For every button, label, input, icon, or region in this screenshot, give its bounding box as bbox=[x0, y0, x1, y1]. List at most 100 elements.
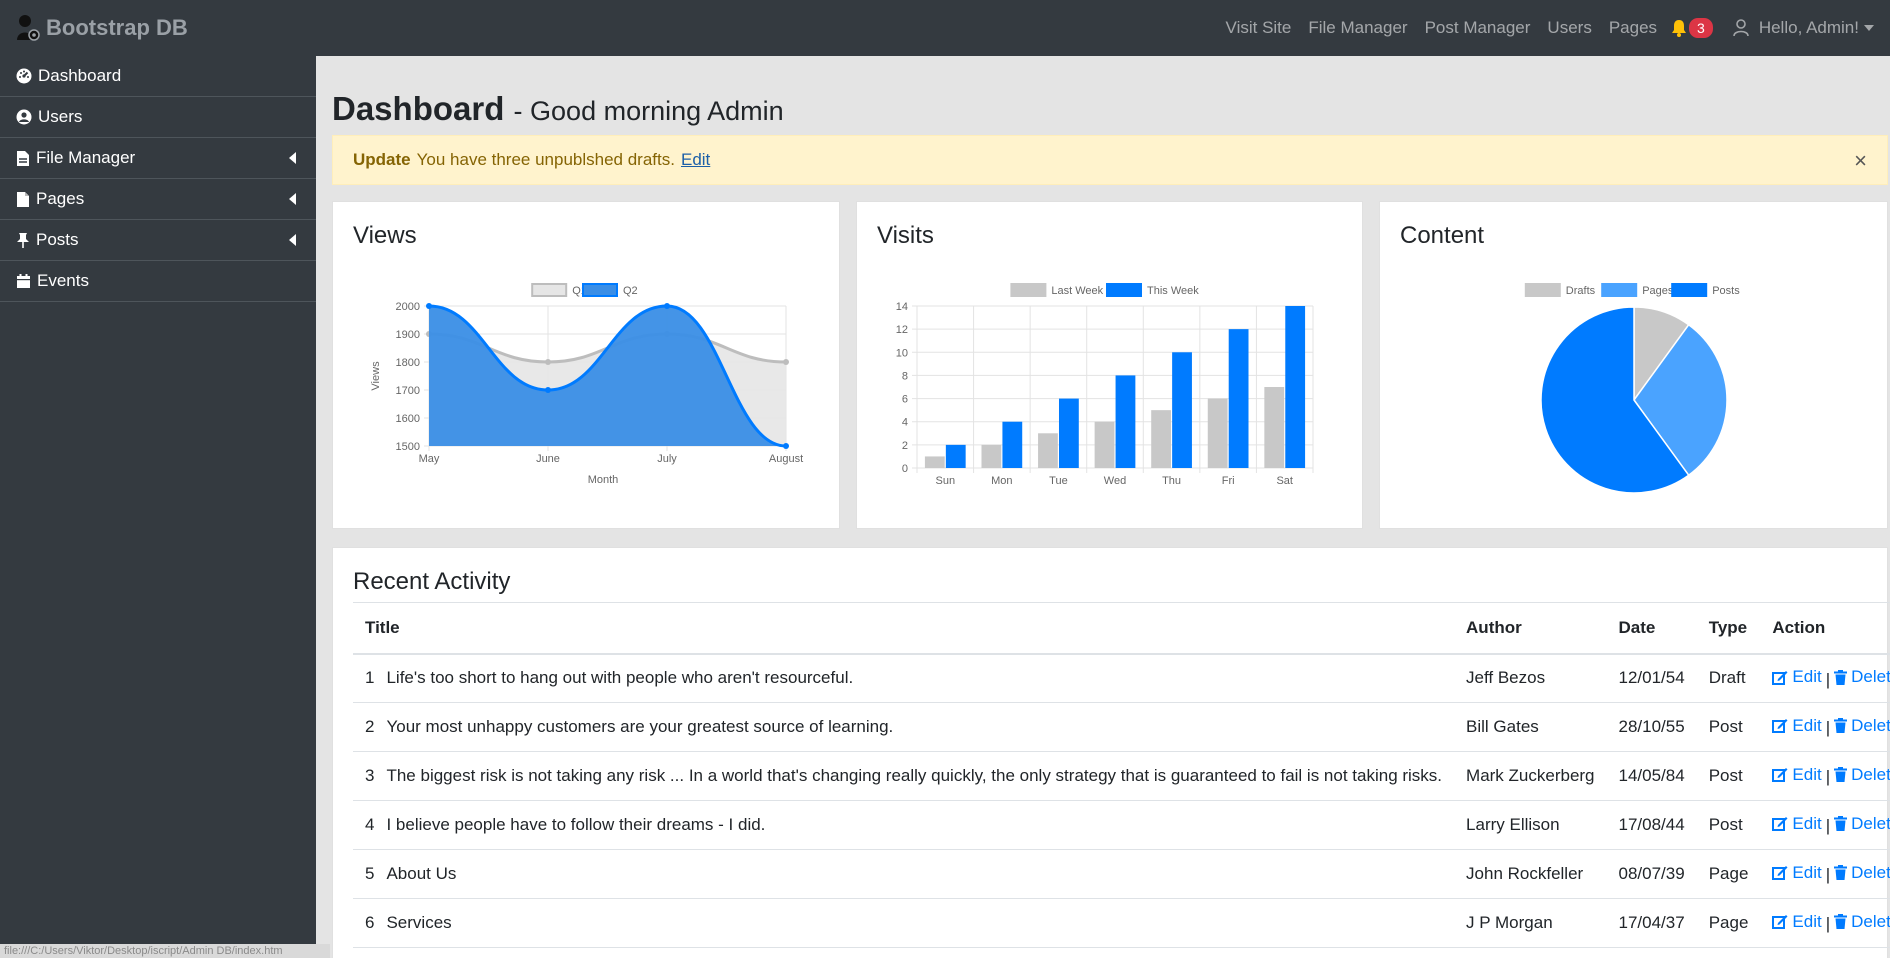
bar-this-week bbox=[1002, 421, 1023, 468]
y-tick-label: 1700 bbox=[396, 385, 420, 397]
caret-left-icon bbox=[289, 234, 296, 246]
y-tick-label: 1800 bbox=[396, 357, 420, 369]
edit-label: Edit bbox=[1792, 813, 1822, 833]
y-tick-label: 6 bbox=[902, 394, 908, 406]
nav-users[interactable]: Users bbox=[1547, 18, 1591, 38]
y-tick-label: 14 bbox=[896, 301, 908, 313]
legend-label: Drafts bbox=[1566, 285, 1596, 297]
sidebar: Dashboard Users File Manager Pages Posts bbox=[0, 56, 316, 958]
alert-edit-link[interactable]: Edit bbox=[681, 150, 710, 170]
edit-label: Edit bbox=[1792, 764, 1822, 784]
sidebar-item-label: Posts bbox=[36, 230, 79, 249]
x-tick-label: Fri bbox=[1222, 475, 1235, 487]
legend-swatch bbox=[1601, 283, 1638, 297]
visits-card: Visits Last Week This Week 0 2 4 6 8 10 12 14 Sun M… bbox=[856, 201, 1363, 529]
row-actions: Edit| Delete bbox=[1760, 702, 1890, 752]
y-tick-label: 2000 bbox=[396, 301, 420, 313]
row-number: 6 bbox=[353, 898, 375, 948]
edit-button[interactable]: Edit bbox=[1772, 813, 1822, 834]
table-row: 6 Services J P Morgan 17/04/37 Page Edit | Dele… bbox=[353, 898, 1890, 948]
row-author: Bill Gates bbox=[1454, 702, 1607, 752]
x-tick-label: July bbox=[657, 453, 677, 465]
delete-button[interactable]: Delete bbox=[1834, 667, 1890, 687]
table-row: 5 About Us John Rockfeller 08/07/39 Page Edit… bbox=[353, 849, 1890, 899]
y-tick-label: 10 bbox=[896, 347, 908, 359]
trash-icon bbox=[1834, 718, 1848, 734]
delete-button[interactable]: Delete bbox=[1834, 716, 1890, 736]
x-tick-label: Wed bbox=[1104, 475, 1126, 487]
edit-button[interactable]: Edit bbox=[1772, 667, 1822, 687]
x-tick-label: Tue bbox=[1049, 475, 1068, 487]
sidebar-item-dashboard[interactable]: Dashboard bbox=[0, 56, 316, 97]
delete-button[interactable]: Delete bbox=[1834, 912, 1890, 932]
edit-button[interactable]: Edit bbox=[1772, 716, 1822, 736]
delete-label: Delete bbox=[1851, 715, 1890, 735]
edit-label: Edit bbox=[1792, 667, 1822, 686]
row-date: 17/04/37 bbox=[1606, 898, 1697, 948]
x-axis-label: Month bbox=[588, 474, 619, 486]
update-alert: Update You have three unpublshed drafts.… bbox=[332, 135, 1888, 185]
delete-button[interactable]: Delete bbox=[1834, 765, 1890, 785]
row-type: Draft bbox=[1696, 653, 1761, 703]
activity-table: Title Author Date Type Action 1 Life's to… bbox=[353, 602, 1890, 948]
brand-link[interactable]: Bootstrap DB bbox=[16, 14, 188, 42]
y-tick-label: 2 bbox=[902, 440, 908, 452]
action-separator: | bbox=[1825, 865, 1831, 885]
bar-last-week bbox=[1207, 398, 1228, 468]
y-tick-label: 0 bbox=[902, 463, 908, 475]
row-type: Post bbox=[1696, 800, 1761, 850]
x-tick-label: Sun bbox=[935, 475, 955, 487]
bar-last-week bbox=[924, 456, 945, 468]
edit-button[interactable]: Edit bbox=[1772, 764, 1822, 785]
brand-name: Bootstrap DB bbox=[46, 15, 188, 40]
edit-icon bbox=[1772, 817, 1788, 832]
notifications-button[interactable]: 3 bbox=[1671, 18, 1713, 38]
delete-label: Delete bbox=[1851, 911, 1890, 931]
edit-icon bbox=[1772, 768, 1788, 783]
table-row: 2 Your most unhappy customers are your gr… bbox=[353, 702, 1890, 752]
nav-pages[interactable]: Pages bbox=[1609, 18, 1657, 38]
edit-icon bbox=[1772, 719, 1788, 734]
row-type: Post bbox=[1696, 751, 1761, 801]
sidebar-item-posts[interactable]: Posts bbox=[0, 220, 316, 261]
table-row: 3 The biggest risk is not taking any risk… bbox=[353, 751, 1890, 801]
edit-icon bbox=[1772, 915, 1788, 930]
action-separator: | bbox=[1825, 718, 1831, 738]
y-axis-label: Views bbox=[370, 361, 382, 391]
trash-icon bbox=[1834, 865, 1848, 881]
row-title: Life's too short to hang out with people… bbox=[374, 653, 1455, 703]
recent-activity-card: Recent Activity Title Author Date Type A… bbox=[332, 547, 1890, 958]
views-card: Views Q1 Q2 1500 1600 1700 1800 1900 2000 May Jun… bbox=[332, 201, 840, 529]
alert-text: You have three unpublshed drafts. bbox=[416, 150, 675, 169]
delete-button[interactable]: Delete bbox=[1834, 863, 1890, 883]
edit-button[interactable]: Edit bbox=[1772, 911, 1822, 932]
data-point bbox=[545, 359, 551, 365]
delete-button[interactable]: Delete bbox=[1834, 814, 1890, 834]
column-header-author: Author bbox=[1454, 602, 1607, 655]
edit-button[interactable]: Edit bbox=[1772, 863, 1822, 883]
row-type: Page bbox=[1696, 898, 1761, 948]
sidebar-item-users[interactable]: Users bbox=[0, 97, 316, 138]
alert-strong: Update bbox=[353, 150, 411, 169]
sidebar-item-pages[interactable]: Pages bbox=[0, 179, 316, 220]
column-header-type: Type bbox=[1696, 602, 1761, 655]
sidebar-item-events[interactable]: Events bbox=[0, 261, 316, 302]
nav-file-manager[interactable]: File Manager bbox=[1308, 18, 1407, 38]
edit-label: Edit bbox=[1792, 911, 1822, 931]
y-tick-label: 12 bbox=[896, 324, 908, 336]
nav-visit-site[interactable]: Visit Site bbox=[1226, 18, 1292, 38]
sidebar-item-label: Pages bbox=[36, 189, 85, 208]
sidebar-item-file-manager[interactable]: File Manager bbox=[0, 138, 316, 179]
legend-label: Pages bbox=[1642, 285, 1674, 297]
legend-swatch bbox=[1524, 283, 1561, 297]
delete-label: Delete bbox=[1851, 667, 1890, 686]
user-menu-dropdown[interactable]: Hello, Admin! bbox=[1733, 18, 1874, 38]
nav-post-manager[interactable]: Post Manager bbox=[1425, 18, 1531, 38]
trash-icon bbox=[1834, 767, 1848, 783]
row-number: 2 bbox=[353, 702, 375, 752]
top-navbar: Bootstrap DB Visit Site File Manager Pos… bbox=[0, 0, 1890, 56]
file-icon bbox=[17, 150, 29, 166]
content-card: Content Drafts Pages Posts bbox=[1379, 201, 1888, 529]
close-icon[interactable]: × bbox=[1854, 148, 1867, 174]
row-author: Larry Ellison bbox=[1454, 800, 1607, 850]
